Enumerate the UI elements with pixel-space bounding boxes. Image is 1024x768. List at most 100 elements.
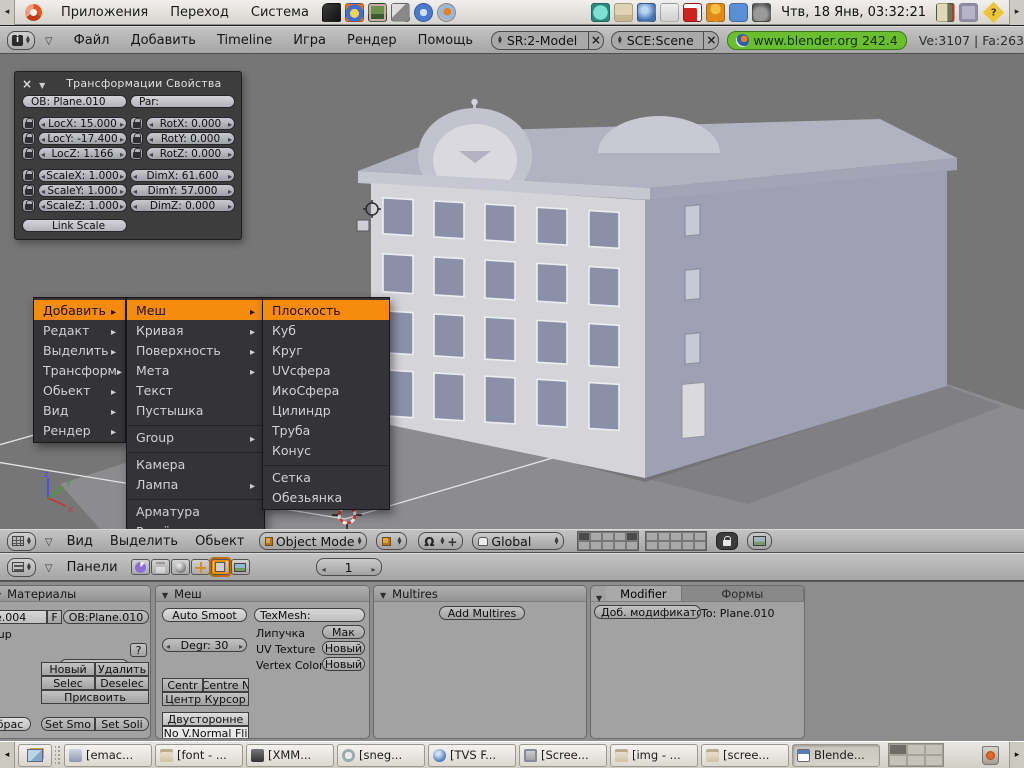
panel-collapse-icon[interactable] (162, 587, 168, 601)
manipulator-group[interactable] (418, 532, 463, 550)
menu-item-add[interactable]: Добавить (34, 300, 125, 320)
decrement-icon[interactable] (166, 639, 170, 652)
lock-rotz-button[interactable] (130, 147, 143, 160)
bomb-tray-icon[interactable] (752, 3, 771, 22)
no-vnormal-flip-toggle[interactable]: No V.Normal Fli (162, 726, 249, 739)
show-desktop-button[interactable] (18, 744, 52, 767)
shading-buttons-tab[interactable] (171, 559, 190, 575)
viewport-menu-object[interactable]: Обьект (195, 534, 244, 549)
menu-item-group[interactable]: Group (127, 427, 264, 447)
buttons-window-type-button[interactable] (7, 558, 36, 577)
decrement-icon[interactable] (322, 560, 326, 575)
ubuntu-menu-icon[interactable] (25, 4, 42, 21)
scaley-field[interactable]: ScaleY: 1.000 (38, 184, 127, 197)
scene-selector[interactable]: SCE:Scene (611, 31, 705, 50)
mail-tray-icon[interactable] (614, 3, 633, 22)
menu-item-grid[interactable]: Сетка (263, 467, 389, 487)
degr-field[interactable]: Degr: 30 (162, 638, 247, 652)
trash-icon[interactable] (982, 746, 999, 765)
menu-item-text[interactable]: Текст (127, 380, 264, 400)
mms-icon[interactable] (414, 3, 433, 22)
logout-icon[interactable] (936, 3, 955, 22)
menu-item-circle[interactable]: Круг (263, 340, 389, 360)
notes-tray-icon[interactable] (660, 3, 679, 22)
header-collapse-icon[interactable] (45, 534, 53, 548)
photo-icon[interactable] (368, 3, 387, 22)
menu-item-icosphere[interactable]: ИкоСфера (263, 380, 389, 400)
menu-item-tube[interactable]: Труба (263, 420, 389, 440)
header-collapse-icon[interactable] (45, 33, 53, 47)
task-screen2[interactable]: [scree... (701, 744, 789, 767)
mesh-datablock-field[interactable]: e.004 (0, 610, 47, 624)
task-img[interactable]: [img - ... (610, 744, 698, 767)
blender-launcher-icon[interactable] (437, 3, 456, 22)
centre-cursor-button[interactable]: Центр Курсор (162, 692, 249, 706)
ob-name-button[interactable]: OB:Plane.010 (63, 610, 149, 624)
menu-item-cylinder[interactable]: Цилиндр (263, 400, 389, 420)
workspace-switcher[interactable] (888, 743, 944, 767)
taskbar-hide-right-arrow[interactable] (1009, 742, 1024, 768)
rotz-field[interactable]: RotZ: 0.000 (146, 147, 235, 160)
frame-number-field[interactable]: 1 (316, 558, 382, 576)
audio-player-icon[interactable] (345, 3, 364, 22)
menu-file[interactable]: Файл (74, 33, 110, 48)
add-modifier-button[interactable]: Доб. модификатор (594, 605, 701, 619)
menu-add[interactable]: Добавить (130, 33, 195, 48)
puzzle-tray-icon[interactable] (729, 3, 748, 22)
screen-close-button[interactable] (589, 31, 604, 50)
chat-tray-icon[interactable] (959, 3, 978, 22)
lock-scalez-button[interactable] (22, 199, 35, 212)
tab-modifier[interactable]: Modifier (606, 586, 682, 601)
scalez-field[interactable]: ScaleZ: 1.000 (38, 199, 127, 212)
dimx-field[interactable]: DimX: 61.600 (130, 169, 235, 182)
task-blender[interactable]: Blende... (792, 744, 880, 767)
panels-menu[interactable]: Панели (67, 560, 118, 575)
set-smooth-button[interactable]: Set Smo (41, 717, 95, 731)
task-tvs[interactable]: [TVS F... (428, 744, 516, 767)
menu-item-mesh[interactable]: Меш (127, 300, 264, 320)
panel-hide-right-arrow[interactable] (1009, 0, 1024, 25)
viewport-menu-view[interactable]: Вид (67, 534, 93, 549)
font-tool-tray-icon[interactable] (591, 3, 610, 22)
draw-type-button[interactable] (376, 532, 407, 550)
locz-field[interactable]: LocZ: 1.166 (38, 147, 127, 160)
menu-applications[interactable]: Приложения (50, 0, 159, 25)
taskbar-hide-left-arrow[interactable] (0, 742, 15, 768)
editing-buttons-tab[interactable] (211, 559, 230, 575)
lock-scaley-button[interactable] (22, 184, 35, 197)
centre-button[interactable]: Centr (162, 678, 203, 692)
delete-material-button[interactable]: Удалить (95, 662, 149, 676)
layer-buttons-group2[interactable] (645, 531, 707, 551)
viewport-window-type-button[interactable] (7, 532, 36, 551)
help-icon[interactable]: ? (983, 1, 1004, 22)
logic-buttons-tab[interactable] (131, 559, 150, 575)
locy-field[interactable]: LocY: -17.400 (38, 132, 127, 145)
menu-item-object[interactable]: Обьект (34, 380, 125, 400)
double-sided-toggle[interactable]: Двусторонне (162, 712, 249, 726)
menu-item-transform[interactable]: Трансформ (34, 360, 125, 380)
parent-field[interactable]: Par: (130, 95, 235, 108)
window-type-button[interactable] (7, 31, 35, 50)
task-emacs[interactable]: [emac... (64, 744, 152, 767)
menu-item-cone[interactable]: Конус (263, 440, 389, 460)
lock-rotx-button[interactable] (130, 117, 143, 130)
panel-hide-left-arrow[interactable] (0, 0, 15, 25)
task-screen1[interactable]: [Scree... (519, 744, 607, 767)
centre-new-button[interactable]: Centre N (203, 678, 249, 692)
clipped-left-button[interactable]: брас (0, 717, 31, 731)
menu-item-lattice[interactable]: Решётка (127, 521, 264, 529)
menu-item-uvsphere[interactable]: UVсфера (263, 360, 389, 380)
task-sneg[interactable]: [sneg... (337, 744, 425, 767)
link-scale-button[interactable]: Link Scale (22, 219, 127, 232)
panel-collapse-icon[interactable] (0, 587, 1, 601)
user-tray-icon[interactable] (706, 3, 725, 22)
lock-locx-button[interactable] (22, 117, 35, 130)
fake-user-button[interactable]: F (47, 610, 62, 624)
lock-layers-button[interactable] (716, 532, 738, 550)
clock[interactable]: Чтв, 18 Янв, 03:32:21 (781, 5, 926, 20)
menu-item-meta[interactable]: Мета (127, 360, 264, 380)
menu-item-view[interactable]: Вид (34, 400, 125, 420)
locx-field[interactable]: LocX: 15.000 (38, 117, 127, 130)
menu-places[interactable]: Переход (159, 0, 240, 25)
lock-roty-button[interactable] (130, 132, 143, 145)
